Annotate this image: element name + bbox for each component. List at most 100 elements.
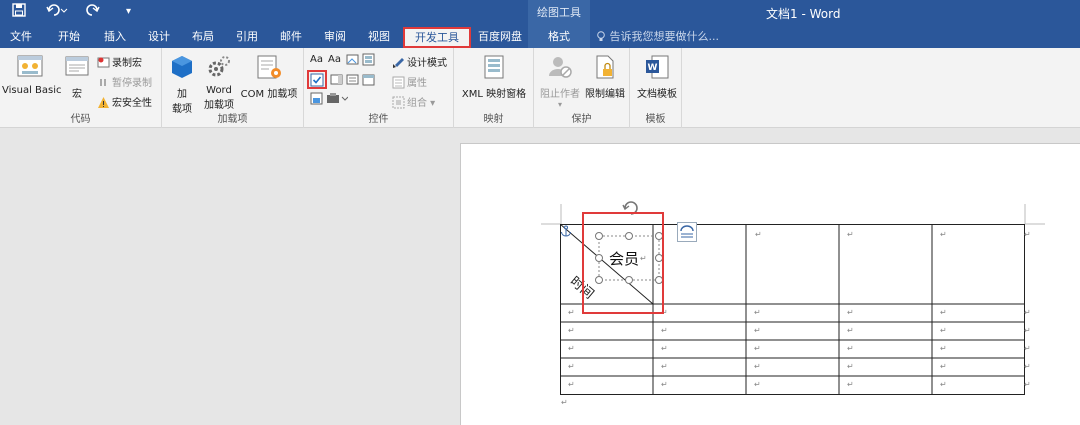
undo-icon[interactable] <box>46 3 68 21</box>
group-protect-label: 保护 <box>571 114 592 125</box>
final-paragraph-mark: ↵ <box>561 398 568 407</box>
cell-mark: ↵ <box>661 362 668 371</box>
document-area[interactable]: ↵ ↵ ↵ ↵ ↵ ↵ ↵ ↵ ↵ ↵ ↵ ↵ ↵ ↵ ↵ ↵ ↵ ↵ ↵ ↵ ↵ ↵ ↵ ↵ ↵ ↵ ↵ ↵ ↵ ↵ ↵ ↵ ↵ ↵ ↵… <box>0 129 1080 425</box>
checkbox-control-button[interactable] <box>307 70 327 89</box>
highlight-box <box>582 212 664 314</box>
xml-mapping-icon <box>458 54 530 83</box>
gears-icon <box>200 54 238 83</box>
group-mapping-label: 映射 <box>483 114 504 125</box>
tab-review[interactable]: 审阅 <box>324 26 346 48</box>
block-authors-label: 阻止作者 <box>540 89 580 100</box>
word-addins-label-1: Word <box>206 85 232 96</box>
xml-mapping-pane-button[interactable]: XML 映射窗格 <box>458 54 530 100</box>
tab-view[interactable]: 视图 <box>368 26 390 48</box>
group-protect: 阻止作者 ▾ 限制编辑 保护 <box>534 48 630 128</box>
building-block-control-icon[interactable] <box>362 53 375 69</box>
record-macro-button[interactable]: 录制宏 <box>97 54 142 69</box>
tab-home[interactable]: 开始 <box>58 26 80 48</box>
cell-mark: ↵ <box>940 308 947 317</box>
svg-text:W: W <box>648 63 658 73</box>
lightbulb-icon <box>596 30 610 43</box>
group-code-label: 代码 <box>70 114 91 125</box>
row-end-mark: ↵ <box>1024 230 1031 239</box>
tell-me-box[interactable]: 告诉我您想要做什么... <box>596 26 719 48</box>
customize-quick-access-icon[interactable]: ▾ <box>126 6 131 17</box>
properties-icon <box>392 76 405 89</box>
picture-control-icon[interactable] <box>346 53 359 69</box>
row-end-mark: ↵ <box>1024 326 1031 335</box>
cell-mark: ↵ <box>847 380 854 389</box>
group-templates: W 文档模板 模板 <box>630 48 682 128</box>
design-mode-button[interactable]: 设计模式 <box>392 54 447 69</box>
document-page[interactable]: ↵ ↵ ↵ ↵ ↵ ↵ ↵ ↵ ↵ ↵ ↵ ↵ ↵ ↵ ↵ ↵ ↵ ↵ ↵ ↵ ↵ ↵ ↵ ↵ ↵ ↵ ↵ ↵ ↵ ↵ ↵ ↵ ↵ ↵ ↵… <box>460 143 1080 425</box>
cell-mark: ↵ <box>568 362 575 371</box>
xml-mapping-pane-label: XML 映射窗格 <box>461 89 527 100</box>
block-authors-icon <box>538 54 582 83</box>
tab-layout[interactable]: 布局 <box>192 26 214 48</box>
tab-baidu-netdisk[interactable]: 百度网盘 <box>478 26 522 48</box>
properties-button[interactable]: 属性 <box>392 74 427 89</box>
get-addins-button[interactable]: 加 载项 <box>168 54 196 115</box>
tab-mailings[interactable]: 邮件 <box>280 26 302 48</box>
cell-mark: ↵ <box>847 308 854 317</box>
layout-options-button[interactable] <box>677 222 697 242</box>
word-addins-button[interactable]: Word 加载项 <box>200 54 238 111</box>
cell-mark: ↵ <box>568 326 575 335</box>
context-tool-title: 绘图工具 <box>528 0 590 26</box>
checkbox-icon <box>310 73 324 87</box>
visual-basic-button[interactable]: Visual Basic <box>2 54 62 96</box>
com-addins-icon <box>238 54 300 83</box>
cell-mark: ↵ <box>847 344 854 353</box>
ribbon-tabs: 文件 开始 插入 设计 布局 引用 邮件 审阅 视图 开发工具 百度网盘 格式 … <box>0 26 1080 48</box>
tab-file[interactable]: 文件 <box>10 26 32 48</box>
pause-icon <box>97 76 110 89</box>
pause-recording-label: 暂停录制 <box>112 78 152 89</box>
save-icon[interactable] <box>12 3 26 21</box>
group-controls: Aa Aa 设计模式 属性 组合 ▾ 控件 <box>304 48 454 128</box>
group-button[interactable]: 组合 ▾ <box>392 94 435 109</box>
cell-mark: ↵ <box>568 344 575 353</box>
design-mode-icon <box>392 56 405 69</box>
tab-developer[interactable]: 开发工具 <box>403 27 471 48</box>
legacy-tools-icon[interactable] <box>326 92 349 108</box>
group-mapping: XML 映射窗格 映射 <box>454 48 534 128</box>
cell-mark: ↵ <box>940 380 947 389</box>
cell-mark: ↵ <box>754 326 761 335</box>
com-addins-button[interactable]: COM 加载项 <box>238 54 300 100</box>
repeating-section-control-icon[interactable] <box>310 92 323 108</box>
block-authors-button[interactable]: 阻止作者 ▾ <box>538 54 582 109</box>
row-end-mark: ↵ <box>1024 380 1031 389</box>
anchor-icon <box>560 225 572 240</box>
tab-references[interactable]: 引用 <box>236 26 258 48</box>
visual-basic-icon <box>2 54 58 83</box>
properties-label: 属性 <box>407 78 427 89</box>
pause-recording-button[interactable]: 暂停录制 <box>97 74 152 89</box>
group-templates-label: 模板 <box>645 114 666 125</box>
design-mode-label: 设计模式 <box>407 58 447 69</box>
cell-mark: ↵ <box>847 326 854 335</box>
title-bar: ▾ 绘图工具 文档1 - Word <box>0 0 1080 26</box>
rich-text-control-icon[interactable]: Aa <box>310 54 323 65</box>
cell-mark: ↵ <box>754 308 761 317</box>
group-addins-label: 加载项 <box>217 114 248 125</box>
document-template-button[interactable]: W 文档模板 <box>634 54 680 100</box>
macro-security-button[interactable]: 宏安全性 <box>97 94 152 109</box>
restrict-editing-label: 限制编辑 <box>585 89 625 100</box>
tab-format[interactable]: 格式 <box>528 26 590 48</box>
tab-design[interactable]: 设计 <box>148 26 170 48</box>
combo-box-control-icon[interactable] <box>330 73 343 89</box>
cell-mark: ↵ <box>661 344 668 353</box>
tab-insert[interactable]: 插入 <box>104 26 126 48</box>
row-end-mark: ↵ <box>1024 344 1031 353</box>
macros-button[interactable]: 宏 <box>62 54 92 100</box>
restrict-editing-button[interactable]: 限制编辑 <box>582 54 628 100</box>
cell-mark: ↵ <box>754 344 761 353</box>
plain-text-control-icon[interactable]: Aa <box>328 54 341 65</box>
dropdown-list-control-icon[interactable] <box>346 73 359 89</box>
tell-me-text: 告诉我您想要做什么... <box>609 30 720 43</box>
word-addins-label-2: 加载项 <box>204 100 234 111</box>
macro-security-label: 宏安全性 <box>112 98 152 109</box>
date-picker-control-icon[interactable] <box>362 73 375 89</box>
redo-icon[interactable] <box>86 3 100 21</box>
cell-mark: ↵ <box>754 362 761 371</box>
